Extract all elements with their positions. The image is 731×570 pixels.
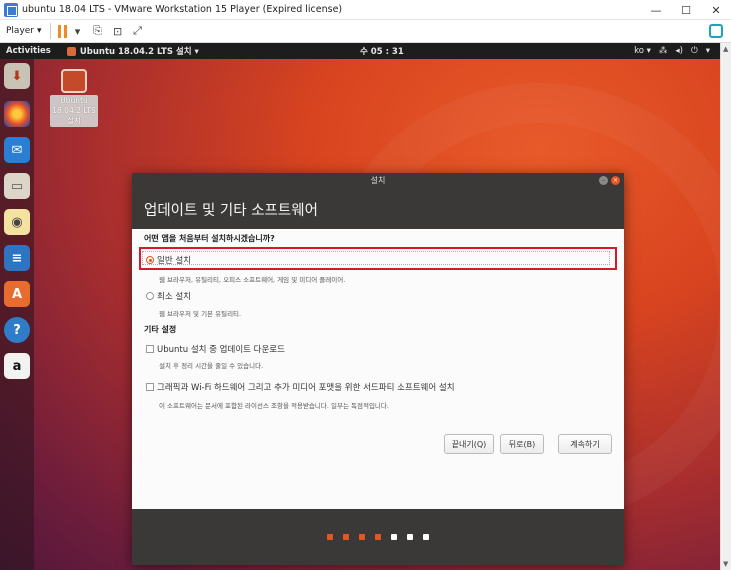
progress-dot-done	[375, 534, 381, 540]
gnome-top-bar: Activities Ubuntu 18.04.2 LTS 설치 ▾ 수 05 …	[0, 43, 720, 59]
chevron-down-icon: ▾	[705, 46, 710, 56]
fit-guest-icon[interactable]: ⊡	[108, 21, 128, 41]
checkbox-description: 설치 후 정리 시간을 줄일 수 있습니다.	[159, 362, 264, 370]
system-tray[interactable]: ko ▾ ⁂ ◂) ⏻ ▾	[634, 46, 710, 56]
unity-mode-icon[interactable]	[709, 24, 723, 38]
chevron-down-icon: ▾	[37, 26, 42, 36]
scroll-down-icon[interactable]: ▼	[723, 560, 728, 568]
installer-mini-icon	[66, 46, 76, 56]
dialog-window-controls: – ×	[599, 176, 620, 185]
chevron-down-icon[interactable]: ▾	[68, 21, 88, 41]
clock[interactable]: 수 05 : 31	[360, 45, 404, 57]
vertical-scrollbar[interactable]: ▲ ▼	[720, 43, 731, 570]
quit-button[interactable]: 끝내기(Q)	[444, 434, 494, 454]
progress-dot-done	[327, 534, 333, 540]
minimize-button[interactable]: —	[641, 0, 671, 20]
close-button[interactable]: ✕	[701, 0, 731, 20]
checkbox[interactable]	[146, 383, 154, 391]
ubuntu-desktop: Activities Ubuntu 18.04.2 LTS 설치 ▾ 수 05 …	[0, 43, 720, 570]
window-controls: — ☐ ✕	[641, 0, 731, 20]
input-method-indicator[interactable]: ko ▾	[634, 46, 651, 56]
back-button[interactable]: 뒤로(B)	[500, 434, 544, 454]
volume-icon: ◂)	[675, 46, 683, 56]
firefox-icon[interactable]	[4, 101, 30, 127]
desktop-icon-label: Ubuntu 18.04.2 LTS 설치	[50, 95, 98, 127]
toolbar-divider	[49, 23, 51, 39]
send-ctrl-alt-del-icon[interactable]: ⎘	[88, 21, 108, 41]
dialog-close-icon[interactable]: ×	[611, 176, 620, 185]
rhythmbox-icon[interactable]: ◉	[4, 209, 30, 235]
other-settings-title: 기타 설정	[144, 325, 177, 334]
third-party-software-checkbox[interactable]: 그래픽과 Wi-Fi 하드웨어 그리고 추가 미디어 포맷을 위한 서드파티 소…	[146, 381, 455, 393]
ubuntu-installer-icon[interactable]: ⬇	[4, 63, 30, 89]
dialog-body: 어떤 앱을 처음부터 설치하시겠습니까? 일반 설치 웹 브라우저, 유틸리티,…	[132, 229, 624, 509]
progress-dots	[132, 509, 624, 565]
help-icon[interactable]: ?	[4, 317, 30, 343]
player-menu[interactable]: Player ▾	[6, 26, 42, 36]
pause-icon[interactable]	[57, 24, 68, 38]
continue-button[interactable]: 계속하기	[558, 434, 612, 454]
app-menu-label: Ubuntu 18.04.2 LTS 설치 ▾	[79, 47, 199, 57]
amazon-icon[interactable]: a	[4, 353, 30, 379]
thunderbird-icon[interactable]: ✉	[4, 137, 30, 163]
dialog-title: 설치	[370, 175, 386, 185]
download-updates-checkbox[interactable]: Ubuntu 설치 중 업데이트 다운로드	[146, 343, 285, 355]
app-menu[interactable]: Ubuntu 18.04.2 LTS 설치 ▾	[66, 45, 199, 57]
player-menu-label: Player	[6, 26, 35, 36]
dialog-minimize-icon[interactable]: –	[599, 176, 608, 185]
option-label: 최소 설치	[157, 292, 191, 302]
dock: ⬇ ✉ ▭ ◉ ≡ A ? a	[0, 59, 34, 570]
power-icon: ⏻	[690, 46, 698, 56]
vmware-app-icon	[4, 2, 18, 17]
vmware-toolbar: Player ▾ ▾ ⎘ ⊡ ⤢	[0, 20, 731, 43]
software-center-icon[interactable]: A	[4, 281, 30, 307]
checkbox-label: 그래픽과 Wi-Fi 하드웨어 그리고 추가 미디어 포맷을 위한 서드파티 소…	[157, 383, 455, 393]
option-description: 웹 브라우저 및 기본 유틸리티.	[159, 310, 242, 318]
full-screen-icon[interactable]: ⤢	[128, 21, 148, 41]
minimal-install-option[interactable]: 최소 설치	[146, 290, 191, 302]
progress-dot-pending	[391, 534, 397, 540]
desktop-installer-shortcut[interactable]: Ubuntu 18.04.2 LTS 설치	[50, 69, 98, 127]
page-title: 업데이트 및 기타 소프트웨어	[132, 187, 624, 229]
option-description: 웹 브라우저, 유틸리티, 오피스 소프트웨어, 게임 및 미디어 플레이어.	[159, 276, 346, 284]
writer-icon[interactable]: ≡	[4, 245, 30, 271]
progress-dot-done	[359, 534, 365, 540]
progress-dot-done	[343, 534, 349, 540]
progress-dot-pending	[423, 534, 429, 540]
checkbox[interactable]	[146, 345, 154, 353]
checkbox-description: 이 소프트웨어는 문서에 포함된 라이선스 조항을 적용받습니다. 일부는 독점…	[159, 402, 389, 410]
files-icon[interactable]: ▭	[4, 173, 30, 199]
install-question: 어떤 앱을 처음부터 설치하시겠습니까?	[144, 234, 275, 243]
radio-button[interactable]	[146, 292, 154, 300]
maximize-button[interactable]: ☐	[671, 0, 701, 20]
dialog-titlebar: 설치 – ×	[132, 173, 624, 187]
progress-dot-pending	[407, 534, 413, 540]
scroll-up-icon[interactable]: ▲	[723, 45, 728, 53]
window-title: ubuntu 18.04 LTS - VMware Workstation 15…	[22, 4, 343, 15]
installer-dialog: 설치 – × 업데이트 및 기타 소프트웨어 어떤 앱을 처음부터 설치하시겠습…	[132, 173, 624, 565]
activities-button[interactable]: Activities	[6, 46, 51, 56]
vmware-titlebar: ubuntu 18.04 LTS - VMware Workstation 15…	[0, 0, 731, 20]
installer-icon	[61, 69, 87, 93]
red-annotation-box	[139, 247, 617, 270]
network-icon: ⁂	[658, 46, 668, 56]
checkbox-label: Ubuntu 설치 중 업데이트 다운로드	[157, 345, 285, 355]
